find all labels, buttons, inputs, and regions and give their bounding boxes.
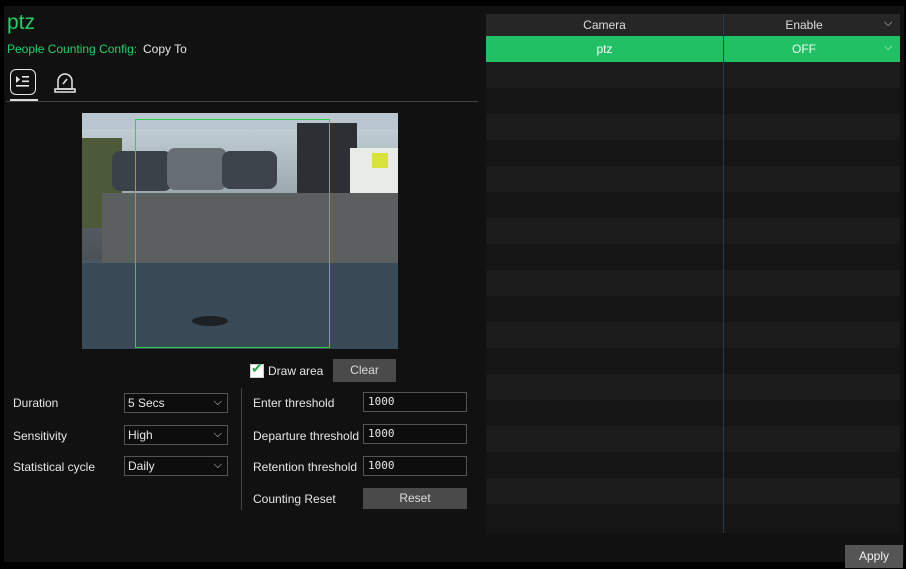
alarm-icon[interactable] — [52, 69, 78, 95]
reset-button[interactable]: Reset — [363, 488, 467, 509]
departure-threshold-label: Departure threshold — [253, 429, 360, 443]
camera-column-header: Camera — [583, 18, 626, 32]
empty-row — [486, 62, 900, 88]
statistical-cycle-label: Statistical cycle — [13, 460, 96, 474]
empty-row — [486, 426, 900, 452]
sensitivity-label: Sensitivity — [13, 429, 68, 443]
retention-threshold-label: Retention threshold — [253, 460, 358, 474]
list-settings-icon[interactable] — [10, 69, 36, 95]
camera-title: ptz — [7, 11, 36, 34]
camera-table: Camera Enable ⌵ ptz OFF ⌵ — [486, 14, 900, 533]
empty-row — [486, 478, 900, 504]
empty-row — [486, 322, 900, 348]
empty-row — [486, 166, 900, 192]
duration-label: Duration — [13, 396, 59, 410]
table-header: Camera Enable ⌵ — [486, 14, 900, 36]
sensitivity-select[interactable]: High ⌵ — [124, 425, 228, 445]
enter-threshold-label: Enter threshold — [253, 396, 335, 410]
camera-cell: ptz — [596, 42, 613, 56]
apply-button[interactable]: Apply — [845, 545, 903, 568]
draw-area-label: Draw area — [268, 364, 324, 378]
column-divider — [241, 388, 242, 510]
empty-row — [486, 218, 900, 244]
empty-row — [486, 270, 900, 296]
empty-row — [486, 374, 900, 400]
config-label: People Counting Config: — [7, 42, 138, 56]
copy-to-link[interactable]: Copy To — [143, 42, 187, 56]
enable-column-header: Enable — [785, 18, 823, 32]
duration-select[interactable]: 5 Secs ⌵ — [124, 393, 228, 413]
detection-area[interactable] — [135, 119, 330, 348]
chevron-down-icon[interactable]: ⌵ — [884, 17, 892, 30]
chevron-down-icon: ⌵ — [884, 41, 893, 53]
enter-threshold-input[interactable]: 1000 — [363, 392, 467, 412]
column-separator — [723, 14, 724, 533]
retention-threshold-input[interactable]: 1000 — [363, 456, 467, 476]
counting-reset-label: Counting Reset — [253, 492, 336, 506]
departure-threshold-input[interactable]: 1000 — [363, 424, 467, 444]
table-row[interactable]: ptz OFF ⌵ — [486, 36, 900, 62]
statistical-cycle-select[interactable]: Daily ⌵ — [124, 456, 228, 476]
clear-button[interactable]: Clear — [333, 359, 396, 382]
chevron-down-icon: ⌵ — [213, 459, 222, 471]
check-icon: ✔ — [251, 360, 263, 376]
chevron-down-icon: ⌵ — [213, 428, 222, 440]
chevron-down-icon: ⌵ — [213, 396, 222, 408]
empty-row — [486, 114, 900, 140]
tab-divider — [6, 101, 478, 102]
enable-cell[interactable]: OFF — [724, 36, 884, 62]
